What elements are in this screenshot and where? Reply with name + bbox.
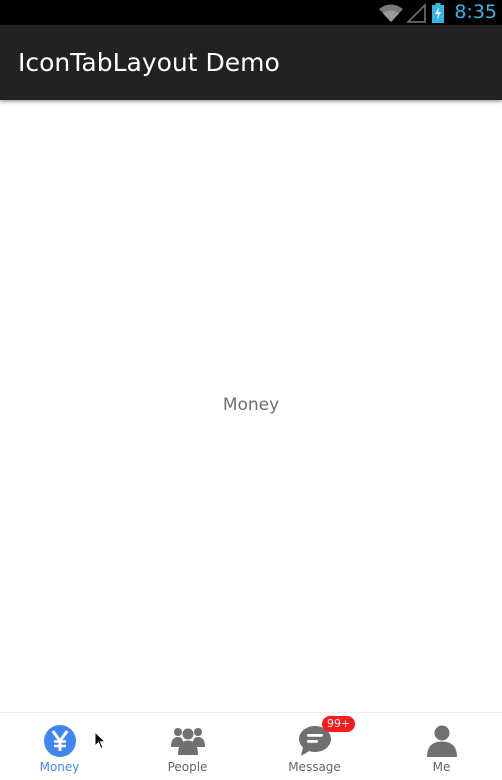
people-icon <box>170 723 206 759</box>
tab-message[interactable]: 99+ Message <box>252 713 377 780</box>
yen-icon <box>42 723 78 759</box>
status-bar: 8:35 <box>0 0 502 25</box>
tab-me[interactable]: Me <box>379 713 502 780</box>
tab-label-me: Me <box>432 760 451 774</box>
content-label: Money <box>222 395 280 415</box>
message-badge: 99+ <box>322 716 356 732</box>
wifi-icon <box>378 3 404 23</box>
mouse-cursor-icon <box>94 730 108 751</box>
battery-charging-icon <box>432 2 445 23</box>
action-bar: IconTabLayout Demo <box>0 25 502 100</box>
signal-icon <box>406 2 427 23</box>
tab-label-message: Message <box>288 760 341 774</box>
tab-label-money: Money <box>39 760 80 774</box>
tab-content: Money <box>0 101 502 712</box>
tab-label-people: People <box>167 760 208 774</box>
app-title: IconTabLayout Demo <box>18 48 280 77</box>
status-icons: 8:35 <box>378 0 502 25</box>
status-time: 8:35 <box>454 1 497 23</box>
tab-people[interactable]: People <box>125 713 250 780</box>
bottom-tab-bar: Money People 99+ Message Me <box>0 712 502 780</box>
person-icon <box>424 723 460 759</box>
